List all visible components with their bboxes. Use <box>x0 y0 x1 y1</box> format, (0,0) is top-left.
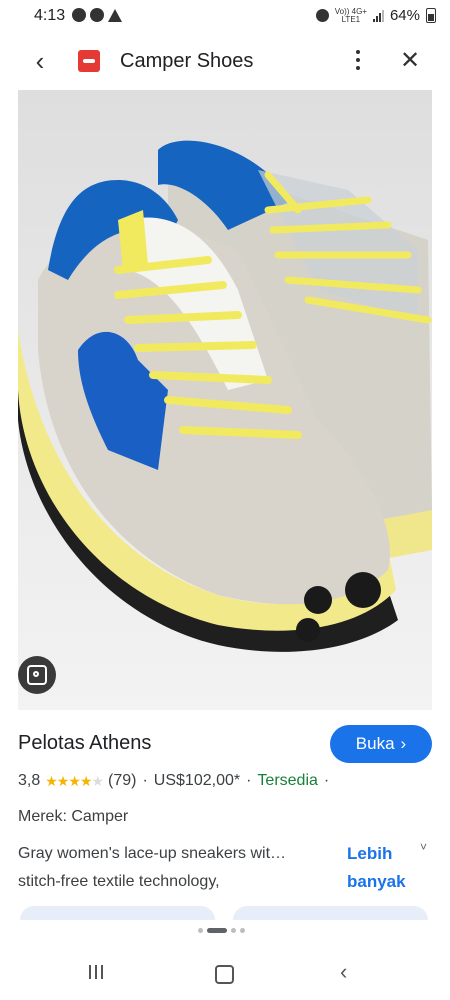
whatsapp-icon <box>72 8 86 22</box>
related-cards-peek <box>0 906 450 920</box>
page-header: ‹ Camper Shoes ✕ <box>0 32 450 90</box>
network-label: Vo)) 4G+ LTE1 <box>334 6 367 24</box>
camper-favicon-icon <box>78 50 100 72</box>
nav-back-icon[interactable]: ‹ <box>340 959 347 985</box>
related-card[interactable] <box>233 906 428 920</box>
notification-icons <box>72 8 122 22</box>
status-time: 4:13 <box>34 7 66 24</box>
signal-icon <box>372 9 384 22</box>
product-image[interactable] <box>18 90 432 710</box>
back-arrow-icon[interactable]: ‹ <box>26 48 54 76</box>
chevron-down-icon[interactable]: ˅ <box>420 840 427 854</box>
warning-icon <box>108 9 122 22</box>
star-rating-icon: ★★★★★ <box>45 772 104 789</box>
pager-dots <box>198 928 245 933</box>
availability-status: Tersedia <box>257 772 318 789</box>
alarm-icon <box>315 9 329 22</box>
review-count[interactable]: (79) <box>108 772 136 790</box>
recent-apps-icon[interactable] <box>89 965 103 979</box>
rating-row: 3,8 ★★★★★ (79) · US$102,00* · Tersedia · <box>18 772 330 790</box>
more-vert-icon[interactable] <box>348 46 368 76</box>
open-button[interactable]: Buka › <box>330 725 432 763</box>
status-bar: 4:13 Vo)) 4G+ LTE1 64% <box>0 0 450 32</box>
brand-line: Merek: Camper <box>18 808 129 825</box>
home-icon[interactable] <box>215 965 234 984</box>
battery-percent: 64% <box>389 7 420 24</box>
rating-value: 3,8 <box>18 772 41 789</box>
product-description: Gray women's lace-up sneakers wit… stitc… <box>18 845 287 890</box>
google-lens-icon[interactable] <box>18 656 56 694</box>
price: US$102,00* <box>153 772 241 789</box>
battery-icon <box>426 8 436 23</box>
close-icon[interactable]: ✕ <box>395 46 425 76</box>
messenger-icon <box>90 8 104 22</box>
chevron-right-icon: › <box>400 734 407 753</box>
show-more-link[interactable]: Lebih banyak <box>347 840 406 896</box>
status-right: Vo)) 4G+ LTE1 64% <box>315 6 436 24</box>
related-card[interactable] <box>20 906 215 920</box>
product-name: Pelotas Athens <box>18 732 152 754</box>
system-nav-bar: ‹ <box>0 945 450 1000</box>
site-title: Camper Shoes <box>120 50 254 72</box>
open-button-label: Buka <box>355 734 395 753</box>
